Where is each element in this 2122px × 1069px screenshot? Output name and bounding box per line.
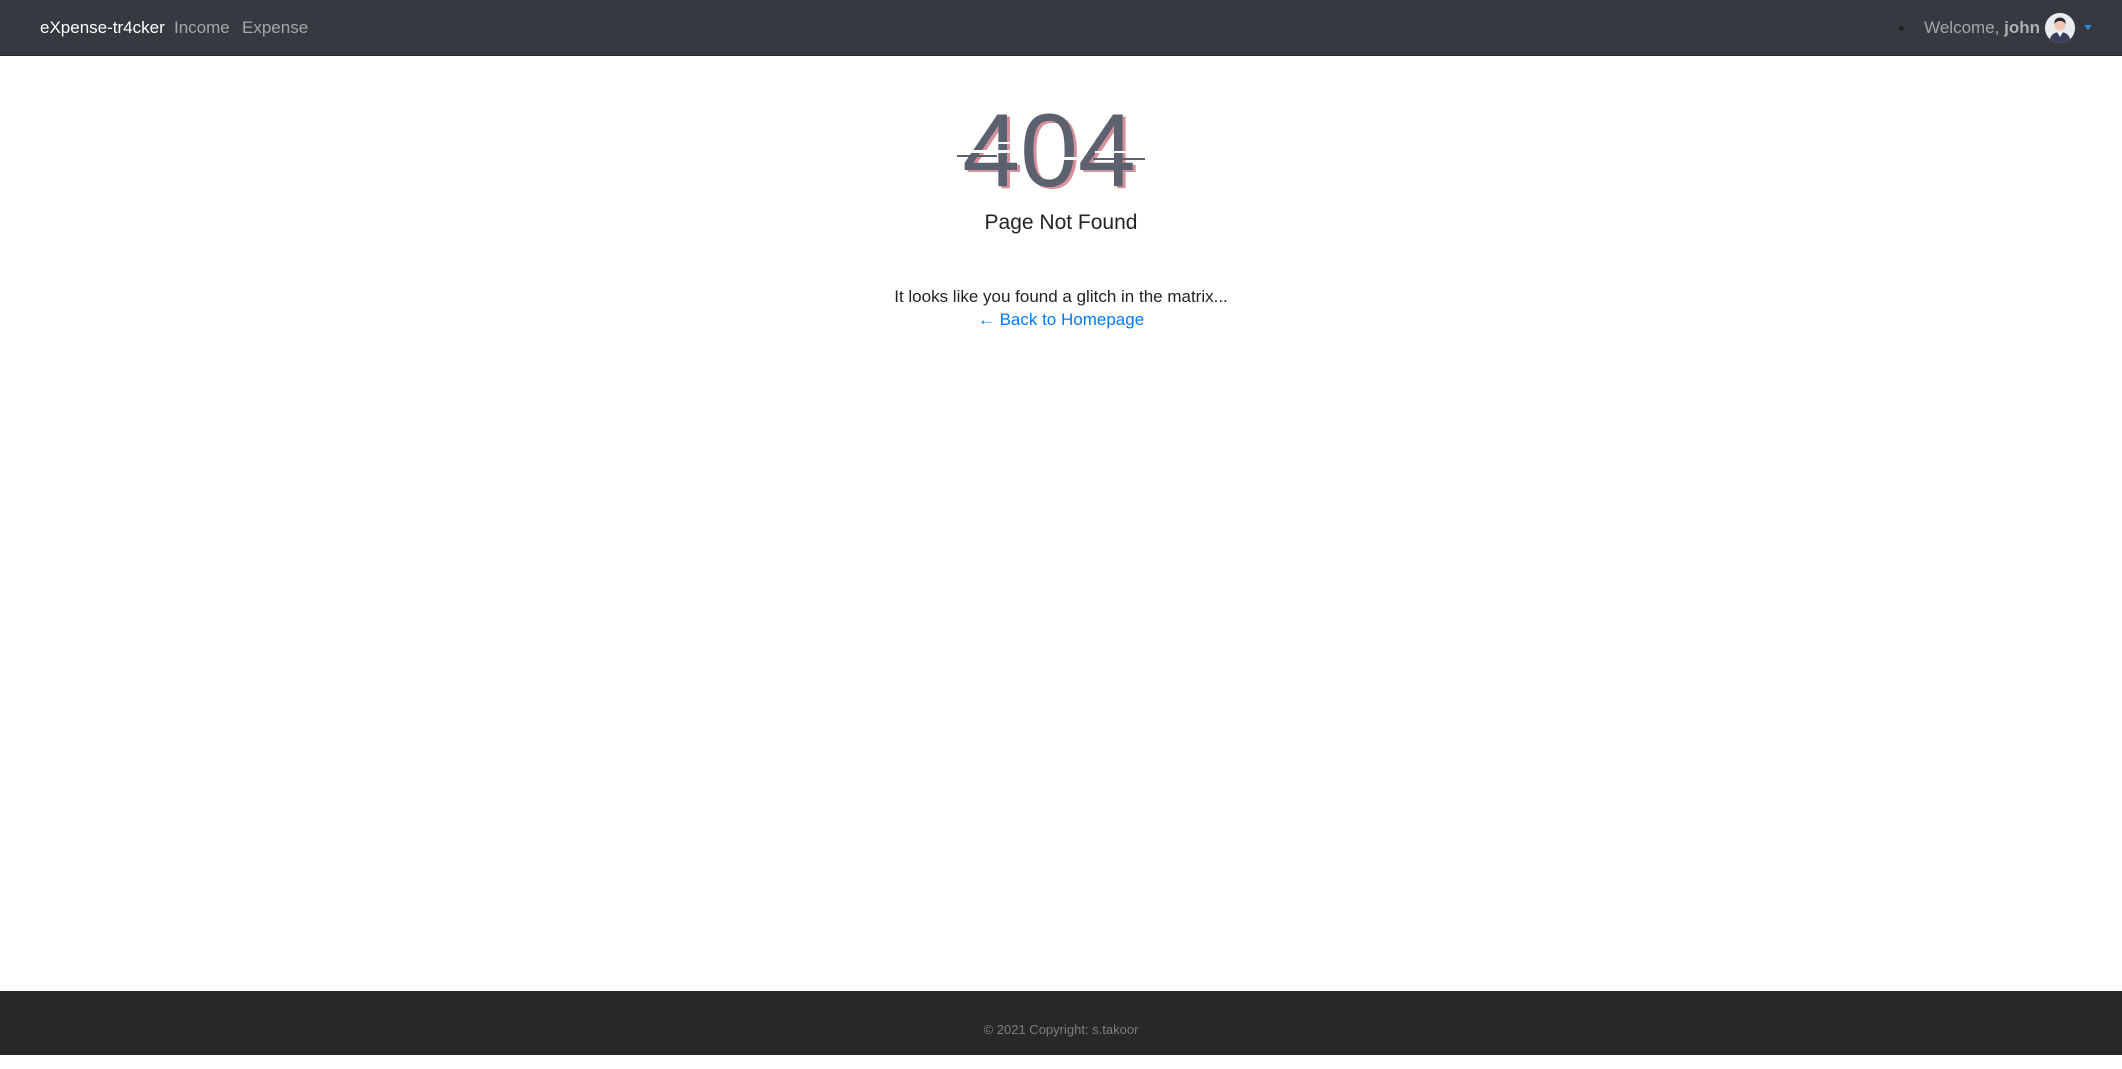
error-code-graphic: 404 404 — [0, 94, 2122, 204]
back-link-label[interactable]: ← Back to Homepage — [978, 310, 1144, 329]
brand-link[interactable]: eXpense-tr4cker — [40, 0, 165, 55]
page-title: Page Not Found — [984, 211, 1138, 234]
copyright-text: © 2021 Copyright: s.takoor — [983, 1022, 1139, 1037]
back-to-homepage-link[interactable]: ← Back to Homepage — [0, 310, 2122, 330]
top-navbar: eXpense-tr4cker Income Expense Welcome, … — [0, 0, 2122, 56]
footer: © 2021 Copyright: s.takoor — [0, 991, 2122, 1055]
chevron-down-icon[interactable] — [2084, 25, 2092, 30]
nav-link-income[interactable]: Income — [174, 0, 230, 55]
notification-dot-icon — [1899, 26, 1904, 31]
welcome-label: Welcome, — [1924, 17, 2005, 37]
avatar[interactable] — [2045, 12, 2075, 43]
nav-link-expense[interactable]: Expense — [242, 0, 308, 55]
username-label: john — [2004, 17, 2040, 37]
error-code: 404 — [962, 94, 1136, 204]
user-menu-dropdown[interactable]: Welcome, john — [1924, 0, 2092, 55]
glitch-404-svg: 404 404 — [957, 94, 1145, 204]
error-message: It looks like you found a glitch in the … — [894, 287, 1228, 306]
